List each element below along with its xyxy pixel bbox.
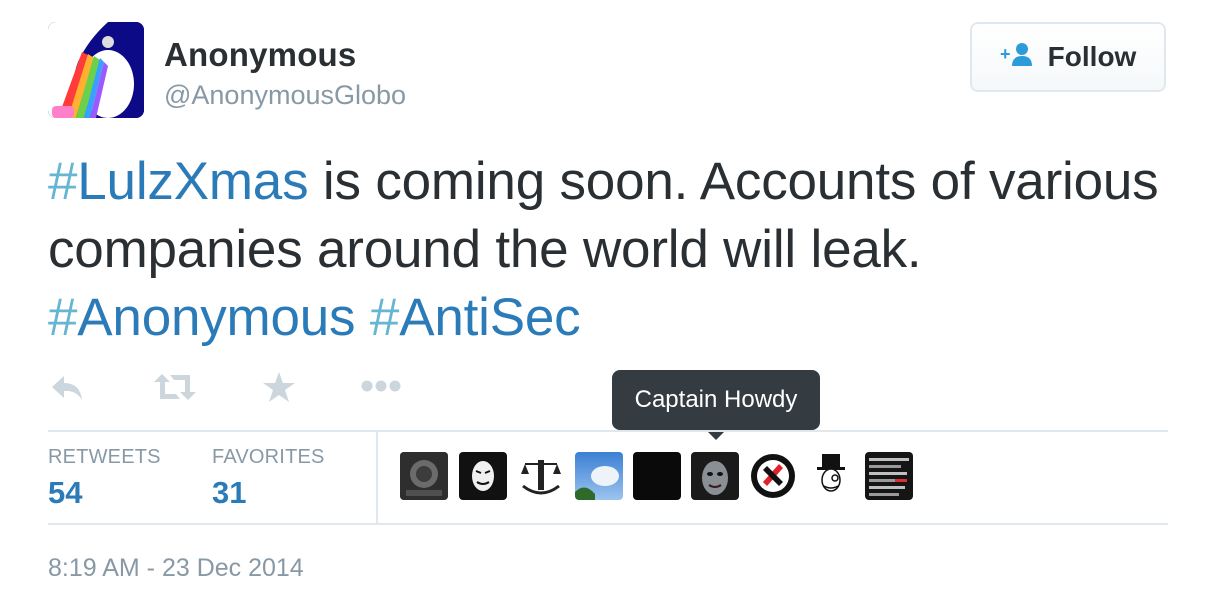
favoriter-avatar[interactable] xyxy=(633,452,681,500)
user-name-tooltip: Captain Howdy xyxy=(612,370,820,440)
hashtag-word: AntiSec xyxy=(399,288,581,347)
user-display-name[interactable]: Anonymous xyxy=(164,36,356,74)
favoriter-avatar[interactable] xyxy=(517,452,565,500)
user-avatar[interactable] xyxy=(48,22,144,118)
tweet-text: #LulzXmas is coming soon. Accounts of va… xyxy=(48,148,1188,352)
retweet-icon[interactable] xyxy=(154,370,196,409)
hashtag-link-lulzxmas[interactable]: #LulzXmas xyxy=(48,152,309,211)
hashtag-word: LulzXmas xyxy=(77,152,309,211)
add-user-icon: + xyxy=(1000,42,1034,73)
reply-icon[interactable] xyxy=(50,370,84,409)
favoriter-avatar[interactable] xyxy=(865,452,913,500)
retweets-label: RETWEETS xyxy=(48,446,161,468)
more-options-icon[interactable] xyxy=(360,378,402,399)
favoriter-avatar[interactable] xyxy=(691,452,739,500)
favoriter-avatar[interactable] xyxy=(749,452,797,500)
stats-divider xyxy=(376,432,378,524)
hashtag-link-antisec[interactable]: #AntiSec xyxy=(370,288,581,347)
retweets-count: 54 xyxy=(48,475,83,510)
divider-top xyxy=(48,430,1168,432)
favorites-count: 31 xyxy=(212,475,247,510)
tweet-spacer-text xyxy=(355,288,370,347)
follow-button[interactable]: + Follow xyxy=(970,22,1166,92)
hash-symbol: # xyxy=(369,288,400,347)
hash-symbol: # xyxy=(48,288,78,347)
favoriter-avatar[interactable] xyxy=(459,452,507,500)
retweets-stat[interactable]: RETWEETS 54 xyxy=(48,446,161,511)
hashtag-link-anonymous[interactable]: #Anonymous xyxy=(48,288,356,347)
tweet-timestamp[interactable]: 8:19 AM - 23 Dec 2014 xyxy=(48,554,304,583)
user-handle[interactable]: @AnonymousGlobo xyxy=(164,80,406,111)
follow-button-label: Follow xyxy=(1047,41,1137,72)
favoriter-avatar[interactable] xyxy=(575,452,623,500)
favorites-label: FAVORITES xyxy=(212,446,325,468)
hash-symbol: # xyxy=(48,152,78,211)
favorite-star-icon[interactable] xyxy=(262,370,296,409)
divider-bottom xyxy=(48,523,1168,525)
favoriter-avatar[interactable] xyxy=(807,452,855,500)
favoriter-avatar[interactable] xyxy=(400,452,448,500)
favorites-stat[interactable]: FAVORITES 31 xyxy=(212,446,325,511)
hashtag-word: Anonymous xyxy=(77,288,356,347)
svg-text:+: + xyxy=(1000,44,1011,64)
